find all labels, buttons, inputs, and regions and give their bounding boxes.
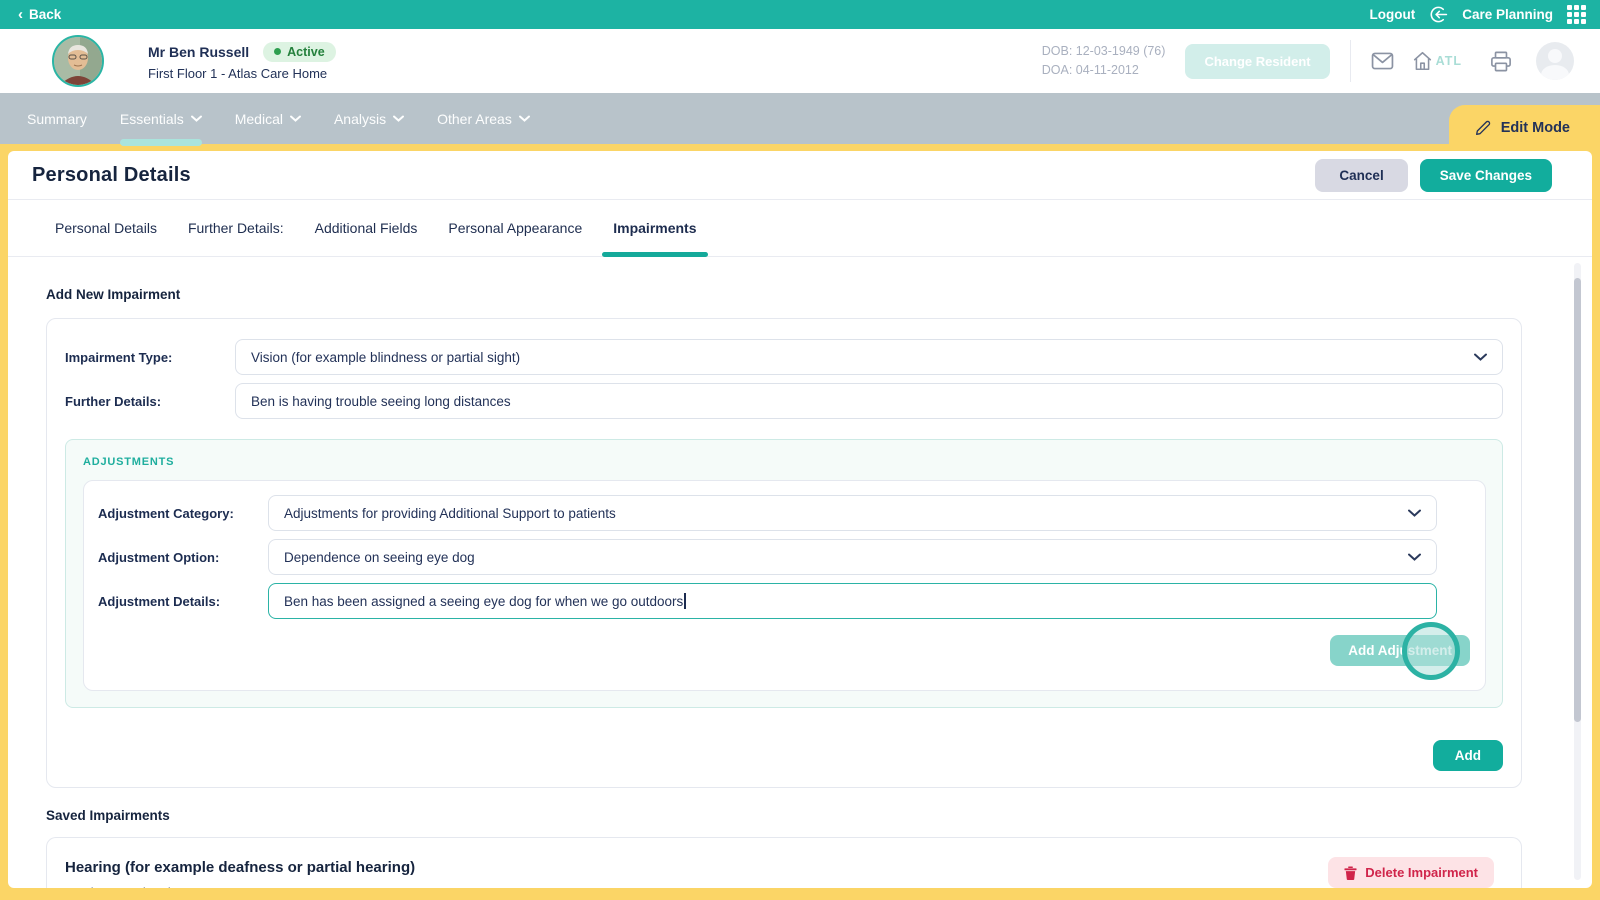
status-dot-icon — [274, 48, 281, 55]
app-name: Care Planning — [1462, 7, 1553, 22]
cancel-button[interactable]: Cancel — [1315, 159, 1407, 192]
personal-details-panel: Personal Details Cancel Save Changes Per… — [8, 151, 1592, 888]
logout-button[interactable]: Logout — [1369, 7, 1415, 22]
nav-summary[interactable]: Summary — [27, 96, 87, 142]
care-home-button[interactable]: ATL — [1412, 51, 1462, 71]
adjustment-option-select[interactable]: Dependence on seeing eye dog — [268, 539, 1437, 575]
dob-text: DOB: 12-03-1949 (76) — [1042, 42, 1166, 61]
user-avatar[interactable] — [1536, 42, 1574, 80]
resident-header: Mr Ben Russell Active First Floor 1 - At… — [0, 29, 1600, 93]
panel-header: Personal Details Cancel Save Changes — [8, 151, 1592, 200]
chevron-down-icon — [290, 115, 301, 122]
saved-impairment-details: Ben has poor hearing — [65, 886, 1503, 888]
back-label: Back — [29, 7, 61, 22]
resident-photo — [52, 35, 104, 87]
adjustment-category-label: Adjustment Category: — [98, 506, 268, 521]
saved-impairment-card: Hearing (for example deafness or partial… — [46, 837, 1522, 888]
further-details-input[interactable]: Ben is having trouble seeing long distan… — [235, 383, 1503, 419]
adjustment-details-label: Adjustment Details: — [98, 594, 268, 609]
edit-mode-label: Edit Mode — [1501, 120, 1570, 136]
add-new-impairment-heading: Add New Impairment — [46, 287, 1522, 302]
top-bar: ‹ Back Logout Care Planning — [0, 0, 1600, 29]
new-impairment-card: Impairment Type: Vision (for example bli… — [46, 318, 1522, 788]
status-badge: Active — [263, 42, 336, 62]
nav-medical[interactable]: Medical — [235, 96, 301, 142]
status-label: Active — [287, 45, 325, 59]
pencil-icon — [1475, 120, 1491, 136]
chevron-left-icon: ‹ — [18, 7, 23, 22]
logout-icon[interactable] — [1429, 5, 1448, 24]
save-changes-button[interactable]: Save Changes — [1420, 159, 1552, 192]
chevron-down-icon — [1408, 509, 1421, 517]
chevron-down-icon — [1408, 553, 1421, 561]
tab-content: Add New Impairment Impairment Type: Visi… — [8, 257, 1592, 888]
saved-impairments-heading: Saved Impairments — [46, 808, 1522, 823]
chevron-down-icon — [1474, 353, 1487, 361]
text-caret — [684, 593, 686, 609]
trash-icon — [1344, 866, 1357, 880]
back-button[interactable]: ‹ Back — [18, 7, 61, 22]
nav-essentials[interactable]: Essentials — [120, 96, 202, 142]
scrollbar-thumb[interactable] — [1574, 278, 1581, 722]
page-title: Personal Details — [32, 164, 191, 187]
add-adjustment-button[interactable]: Add Adjustment — [1330, 635, 1470, 666]
print-icon[interactable] — [1490, 51, 1512, 72]
edit-mode-frame: Personal Details Cancel Save Changes Per… — [0, 144, 1600, 900]
adjustment-category-select[interactable]: Adjustments for providing Additional Sup… — [268, 495, 1437, 531]
add-impairment-button[interactable]: Add — [1433, 740, 1503, 771]
chevron-down-icon — [191, 115, 202, 122]
adjustments-section: ADJUSTMENTS Adjustment Category: Adjustm… — [65, 439, 1503, 708]
tab-personal-appearance[interactable]: Personal Appearance — [446, 200, 584, 256]
main-nav: Summary Essentials Medical Analysis Othe… — [0, 93, 1600, 144]
chevron-down-icon — [393, 115, 404, 122]
delete-impairment-button[interactable]: Delete Impairment — [1328, 857, 1494, 888]
change-resident-button[interactable]: Change Resident — [1185, 44, 1329, 79]
doa-text: DOA: 04-11-2012 — [1042, 61, 1166, 80]
tab-personal-details[interactable]: Personal Details — [53, 200, 159, 256]
adjustments-heading: ADJUSTMENTS — [83, 456, 1486, 468]
nav-other-areas[interactable]: Other Areas — [437, 96, 530, 142]
mail-icon[interactable] — [1371, 52, 1394, 70]
resident-name: Mr Ben Russell — [148, 44, 249, 60]
further-details-label: Further Details: — [65, 394, 235, 409]
tab-further-details[interactable]: Further Details: — [186, 200, 286, 256]
impairment-type-select[interactable]: Vision (for example blindness or partial… — [235, 339, 1503, 375]
saved-impairment-title: Hearing (for example deafness or partial… — [65, 859, 1503, 876]
impairment-type-label: Impairment Type: — [65, 350, 235, 365]
adjustment-option-label: Adjustment Option: — [98, 550, 268, 565]
home-code-label: ATL — [1436, 54, 1462, 68]
resident-dates: DOB: 12-03-1949 (76) DOA: 04-11-2012 — [1042, 42, 1166, 81]
home-icon — [1412, 51, 1433, 71]
resident-location: First Floor 1 - Atlas Care Home — [148, 66, 336, 81]
adjustment-details-input[interactable]: Ben has been assigned a seeing eye dog f… — [268, 583, 1437, 619]
apps-grid-icon[interactable] — [1567, 5, 1586, 24]
adjustment-form-card: Adjustment Category: Adjustments for pro… — [83, 480, 1486, 691]
edit-mode-tab[interactable]: Edit Mode — [1449, 105, 1600, 151]
tab-additional-fields[interactable]: Additional Fields — [313, 200, 420, 256]
chevron-down-icon — [519, 115, 530, 122]
details-tabs: Personal Details Further Details: Additi… — [8, 200, 1592, 257]
header-divider — [1350, 40, 1351, 82]
nav-analysis[interactable]: Analysis — [334, 96, 404, 142]
tab-impairments[interactable]: Impairments — [611, 200, 698, 256]
